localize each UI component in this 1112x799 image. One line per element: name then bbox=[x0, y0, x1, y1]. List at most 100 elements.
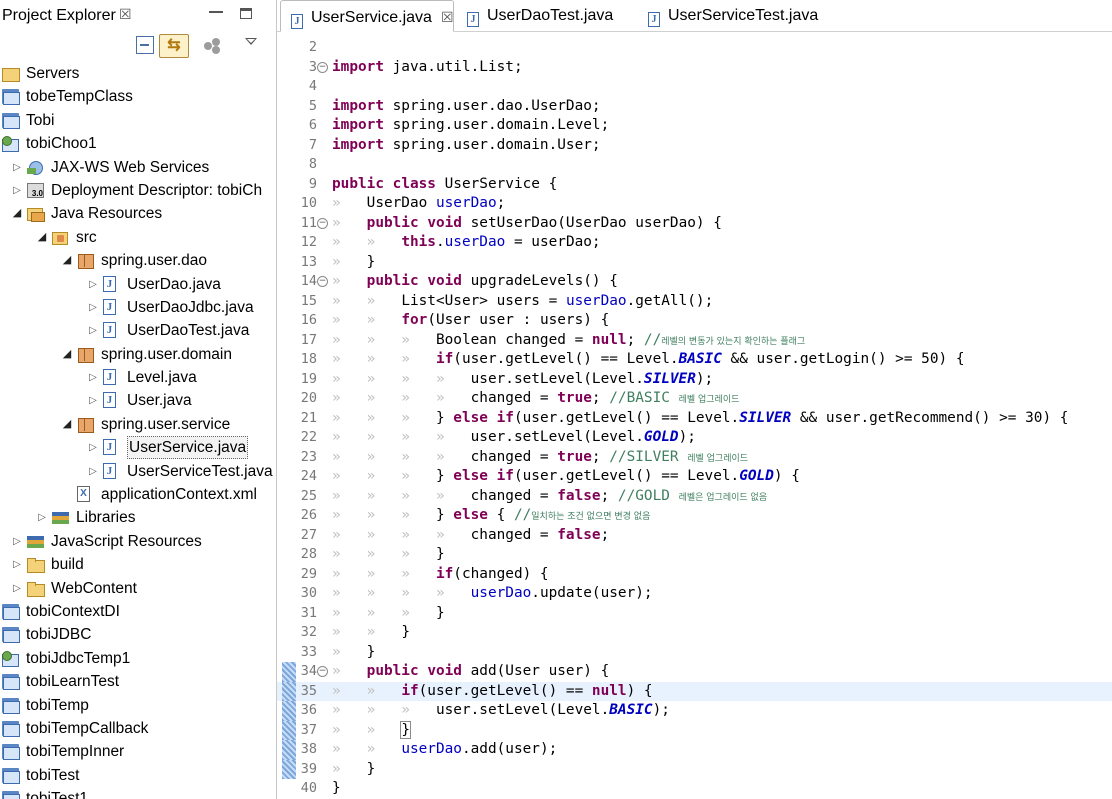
collapse-arrow-icon[interactable]: ◢ bbox=[11, 202, 23, 225]
expand-arrow-icon[interactable]: ▷ bbox=[87, 460, 99, 483]
code-line[interactable]: 5 import spring.user.dao.UserDao; bbox=[277, 97, 1112, 117]
code-line[interactable]: 33 » } bbox=[277, 643, 1112, 663]
tab-userservice-java[interactable]: J UserService.java ☒ bbox=[280, 0, 454, 32]
tree-item-tobichoo1[interactable]: tobiChoo1 bbox=[0, 132, 276, 155]
tree-item-user-java[interactable]: ▷ J User.java bbox=[0, 389, 276, 412]
code-line[interactable]: 7 import spring.user.domain.User; bbox=[277, 136, 1112, 156]
expand-arrow-icon[interactable]: ▷ bbox=[87, 366, 99, 389]
code-line[interactable]: 40} bbox=[277, 779, 1112, 799]
code-line[interactable]: 27 » » » » changed = false; bbox=[277, 526, 1112, 546]
tree-item-spring-user-domain[interactable]: ◢ spring.user.domain bbox=[0, 343, 276, 366]
tree-item-spring-user-dao[interactable]: ◢ spring.user.dao bbox=[0, 249, 276, 272]
code-line[interactable]: 32 » » } bbox=[277, 623, 1112, 643]
code-line[interactable]: 25 » » » » changed = false; //GOLD 레벨은 업그… bbox=[277, 487, 1112, 507]
code-line[interactable]: 35 » » if(user.getLevel() == null) { bbox=[277, 681, 1112, 701]
tab-userdaotest-java[interactable]: J UserDaoTest.java bbox=[467, 0, 637, 32]
minimize-icon[interactable] bbox=[209, 3, 223, 13]
tree-item-level-java[interactable]: ▷ J Level.java bbox=[0, 366, 276, 389]
code-line[interactable]: 28 » » » } bbox=[277, 545, 1112, 565]
collapse-all-icon[interactable] bbox=[136, 36, 154, 54]
tree-item-libraries[interactable]: ▷ Libraries bbox=[0, 506, 276, 529]
code-line[interactable]: 34−» public void add(User user) { bbox=[277, 662, 1112, 682]
tree-item-applicationcontext-xml[interactable]: XapplicationContext.xml bbox=[0, 483, 276, 506]
collapse-arrow-icon[interactable]: ◢ bbox=[61, 343, 73, 366]
expand-arrow-icon[interactable]: ▷ bbox=[87, 389, 99, 412]
expand-arrow-icon[interactable]: ▷ bbox=[11, 179, 23, 202]
code-line[interactable]: 9 public class UserService { bbox=[277, 175, 1112, 195]
code-line[interactable]: 15 » » List<User> users = userDao.getAll(… bbox=[277, 292, 1112, 312]
expand-arrow-icon[interactable]: ▷ bbox=[11, 530, 23, 553]
focus-on-task-icon[interactable] bbox=[204, 38, 222, 54]
code-editor[interactable]: 2 3− import java.util.List; 4 5 import spring… bbox=[277, 32, 1112, 799]
code-line[interactable]: 13 » } bbox=[277, 253, 1112, 273]
code-line[interactable]: 31 » » » } bbox=[277, 604, 1112, 624]
expand-arrow-icon[interactable]: ▷ bbox=[87, 436, 99, 459]
code-line[interactable]: 8 bbox=[277, 155, 1112, 175]
project-explorer-tab[interactable]: Project Explorer bbox=[2, 7, 116, 25]
code-line[interactable]: 29 » » » if(changed) { bbox=[277, 565, 1112, 585]
tree-item-src[interactable]: ◢ src bbox=[0, 226, 276, 249]
code-line[interactable]: 26 » » » } else { //일치하는 조건 없으면 변경 없음 bbox=[277, 506, 1112, 526]
fold-toggle-icon[interactable]: − bbox=[317, 217, 328, 229]
tree-item-tobijdbc[interactable]: tobiJDBC bbox=[0, 623, 276, 646]
tree-item-tobijdbctemp1[interactable]: tobiJdbcTemp1 bbox=[0, 647, 276, 670]
code-line[interactable]: 14−» public void upgradeLevels() { bbox=[277, 272, 1112, 292]
fold-toggle-icon[interactable]: − bbox=[317, 61, 328, 73]
code-line[interactable]: 17 » » » Boolean changed = null; //레벨의 변동… bbox=[277, 331, 1112, 351]
view-menu-icon[interactable] bbox=[245, 38, 257, 45]
tree-item-tobilearntest[interactable]: tobiLearnTest bbox=[0, 670, 276, 693]
fold-toggle-icon[interactable]: − bbox=[317, 666, 328, 677]
tab-userservicetest-java[interactable]: J UserServiceTest.java bbox=[648, 0, 848, 32]
close-icon[interactable]: ☒ bbox=[119, 6, 132, 23]
code-line[interactable]: 37 » » } bbox=[277, 720, 1112, 740]
code-line[interactable]: 38 » » userDao.add(user); bbox=[277, 740, 1112, 760]
tree-item-spring-user-service[interactable]: ◢ spring.user.service bbox=[0, 413, 276, 436]
code-line[interactable]: 19 » » » » user.setLevel(Level.SILVER); bbox=[277, 370, 1112, 390]
collapse-arrow-icon[interactable]: ◢ bbox=[61, 413, 73, 436]
expand-arrow-icon[interactable]: ▷ bbox=[11, 156, 23, 179]
fold-toggle-icon[interactable]: − bbox=[317, 276, 328, 287]
tree-item-servers[interactable]: Servers bbox=[0, 62, 276, 85]
code-line[interactable]: 30 » » » » userDao.update(user); bbox=[277, 584, 1112, 604]
tree-item-javascript-resources[interactable]: ▷ JavaScript Resources bbox=[0, 530, 276, 553]
code-line[interactable]: 39 » } bbox=[277, 759, 1112, 779]
code-line[interactable]: 24 » » » } else if(user.getLevel() == Lev… bbox=[277, 467, 1112, 487]
code-line[interactable]: 18 » » » if(user.getLevel() == Level.BASI… bbox=[277, 350, 1112, 370]
maximize-icon[interactable] bbox=[240, 8, 252, 19]
code-line[interactable]: 12 » » this.userDao = userDao; bbox=[277, 233, 1112, 253]
code-line[interactable]: 3− import java.util.List; bbox=[277, 58, 1112, 78]
code-line[interactable]: 23 » » » » changed = true; //SILVER 레벨 업그… bbox=[277, 448, 1112, 468]
tree-item-tobitempcallback[interactable]: tobiTempCallback bbox=[0, 717, 276, 740]
tree-item-tobetempclass[interactable]: tobeTempClass bbox=[0, 85, 276, 108]
code-line[interactable]: 6 import spring.user.domain.Level; bbox=[277, 116, 1112, 136]
tree-item-userservicetest-java[interactable]: ▷ J UserServiceTest.java bbox=[0, 460, 276, 483]
expand-arrow-icon[interactable]: ▷ bbox=[11, 553, 23, 576]
code-line[interactable]: 16 » » for(User user : users) { bbox=[277, 311, 1112, 331]
tree-item-tobitest[interactable]: tobiTest bbox=[0, 764, 276, 787]
tree-item-tobi[interactable]: Tobi bbox=[0, 109, 276, 132]
tree-item-userdao-java[interactable]: ▷ J UserDao.java bbox=[0, 273, 276, 296]
expand-arrow-icon[interactable]: ▷ bbox=[87, 296, 99, 319]
tree-item-build[interactable]: ▷ build bbox=[0, 553, 276, 576]
tree-item-tobitemp[interactable]: tobiTemp bbox=[0, 694, 276, 717]
expand-arrow-icon[interactable]: ▷ bbox=[11, 577, 23, 600]
tree-item-webcontent[interactable]: ▷ WebContent bbox=[0, 577, 276, 600]
code-line[interactable]: 21 » » » } else if(user.getLevel() == Lev… bbox=[277, 409, 1112, 429]
tree-item-userdaotest-java[interactable]: ▷ J UserDaoTest.java bbox=[0, 319, 276, 342]
code-line[interactable]: 36 » » » user.setLevel(Level.BASIC); bbox=[277, 701, 1112, 721]
expand-arrow-icon[interactable]: ▷ bbox=[87, 319, 99, 342]
tree-item-userdaojdbc-java[interactable]: ▷ J UserDaoJdbc.java bbox=[0, 296, 276, 319]
tree-item-deployment-descriptor-tobich[interactable]: ▷ 3.0 Deployment Descriptor: tobiCh bbox=[0, 179, 276, 202]
tree-item-tobitest1[interactable]: tobiTest1 bbox=[0, 787, 276, 799]
link-with-editor-icon[interactable]: ⇆ bbox=[159, 34, 189, 58]
expand-arrow-icon[interactable]: ▷ bbox=[36, 506, 48, 529]
tree-item-tobicontextdi[interactable]: tobiContextDI bbox=[0, 600, 276, 623]
collapse-arrow-icon[interactable]: ◢ bbox=[61, 249, 73, 272]
code-line[interactable]: 4 bbox=[277, 77, 1112, 97]
tree-item-jax-ws-web-services[interactable]: ▷ JAX-WS Web Services bbox=[0, 156, 276, 179]
code-line[interactable]: 10 » UserDao userDao; bbox=[277, 194, 1112, 214]
code-line[interactable]: 22 » » » » user.setLevel(Level.GOLD); bbox=[277, 428, 1112, 448]
collapse-arrow-icon[interactable]: ◢ bbox=[36, 226, 48, 249]
code-line[interactable]: 20 » » » » changed = true; //BASIC 레벨 업그레… bbox=[277, 389, 1112, 409]
tree-item-java-resources[interactable]: ◢ Java Resources bbox=[0, 202, 276, 225]
